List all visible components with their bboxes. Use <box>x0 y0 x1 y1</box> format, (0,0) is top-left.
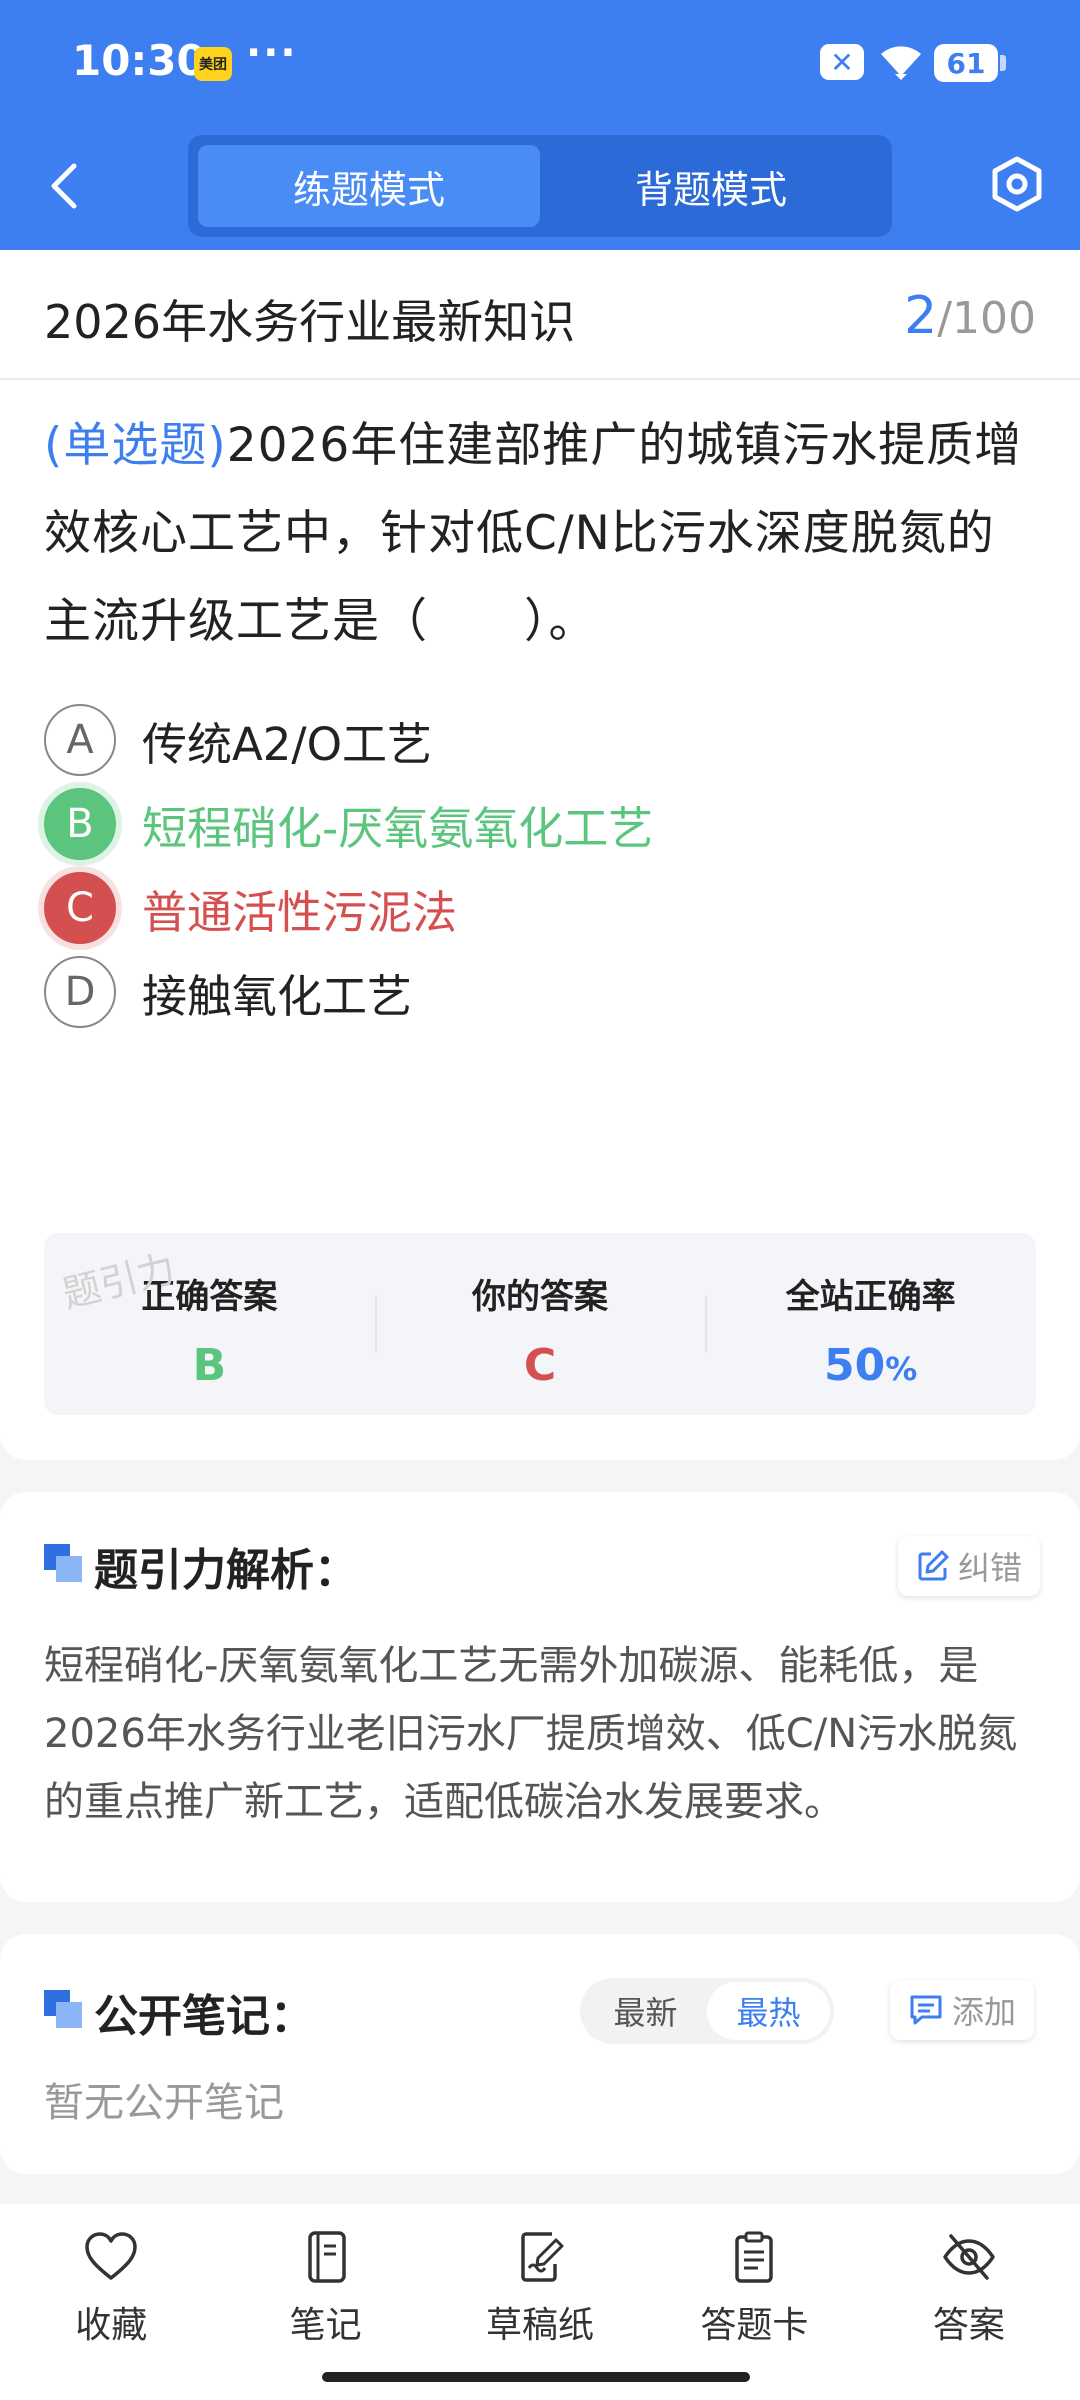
sort-latest[interactable]: 最新 <box>584 1982 707 2040</box>
answer-card-icon <box>735 2231 774 2283</box>
answer-stats: 正确答案 B 你的答案 C 全站正确率 50% <box>44 1233 1036 1415</box>
accuracy-rate-stat: 全站正确率 50% <box>705 1233 1036 1415</box>
current-question-number: 2 <box>904 286 938 346</box>
add-note-label: 添加 <box>952 1993 1017 2031</box>
chevron-left-icon <box>51 163 77 209</box>
heart-icon <box>85 2232 137 2280</box>
question-bank-row: 2026年水务行业最新知识 2/100 <box>0 250 1080 380</box>
option-text: 接触氧化工艺 <box>142 969 413 1023</box>
option-letter: A <box>44 704 116 776</box>
accuracy-rate-label: 全站正确率 <box>785 1277 956 1317</box>
app-header: 10:30 美团 ··· ✕ 61 练题模式 背题模式 <box>0 0 1080 250</box>
show-answer-label: 答案 <box>932 2305 1005 2346</box>
section-squares-icon <box>44 1544 84 1584</box>
eye-off-icon <box>943 2234 995 2280</box>
status-time: 10:30 <box>72 36 206 85</box>
favorite-button[interactable]: 收藏 <box>4 2204 218 2400</box>
option-text: 普通活性污泥法 <box>142 885 458 939</box>
option-d[interactable]: D 接触氧化工艺 <box>44 952 1034 1032</box>
public-notes-card: 公开笔记： 最新 最热 添加 暂无公开笔记 <box>0 1934 1080 2174</box>
report-error-button[interactable]: 纠错 <box>898 1536 1041 1596</box>
battery-icon: 61 <box>934 44 1006 82</box>
notes-title: 公开笔记： <box>94 1991 314 2042</box>
no-sim-icon: ✕ <box>820 44 864 80</box>
draft-paper-label: 草稿纸 <box>486 2305 595 2346</box>
option-text: 传统A2/O工艺 <box>142 717 432 771</box>
comment-icon <box>910 1995 942 2025</box>
your-answer-label: 你的答案 <box>472 1277 608 1317</box>
add-note-button[interactable]: 添加 <box>890 1980 1035 2040</box>
option-a[interactable]: A 传统A2/O工艺 <box>44 700 1034 780</box>
analysis-text: 短程硝化-厌氧氨氧化工艺无需外加碳源、能耗低，是2026年水务行业老旧污水厂提质… <box>44 1643 1018 1825</box>
option-letter: B <box>44 788 116 860</box>
accuracy-rate-value: 50% <box>705 1340 1036 1391</box>
notes-label: 笔记 <box>289 2305 362 2346</box>
tab-practice-mode[interactable]: 练题模式 <box>198 145 540 227</box>
mode-switch: 练题模式 背题模式 <box>188 135 892 237</box>
option-letter: C <box>44 872 116 944</box>
question-bank-title: 2026年水务行业最新知识 <box>44 295 576 349</box>
option-c[interactable]: C 普通活性污泥法 <box>44 868 1034 948</box>
analysis-title: 题引力解析： <box>94 1545 358 1596</box>
settings-hexagon-icon <box>992 156 1042 212</box>
wifi-icon <box>878 40 924 84</box>
notes-sort-toggle: 最新 最热 <box>580 1978 834 2044</box>
bottom-toolbar: 收藏 笔记 草稿纸 答题卡 答案 <box>0 2204 1080 2400</box>
edit-icon <box>918 1550 949 1581</box>
notebook-icon <box>307 2231 346 2283</box>
option-b[interactable]: B 短程硝化-厌氧氨氧化工艺 <box>44 784 1034 864</box>
question-type: (单选题) <box>44 418 227 473</box>
question-card: 2026年水务行业最新知识 2/100 (单选题)2026年住建部推广的城镇污水… <box>0 250 1080 1460</box>
report-error-label: 纠错 <box>958 1549 1023 1587</box>
answer-card-button[interactable]: 答题卡 <box>647 2204 861 2400</box>
correct-answer-value: B <box>192 1340 227 1391</box>
notes-button[interactable]: 笔记 <box>218 2204 432 2400</box>
question-stem: (单选题)2026年住建部推广的城镇污水提质增效核心工艺中，针对低C/N比污水深… <box>44 402 1040 666</box>
show-answer-button[interactable]: 答案 <box>862 2204 1076 2400</box>
meituan-notification-icon: 美团 <box>194 47 232 81</box>
sort-hot[interactable]: 最热 <box>707 1982 830 2040</box>
back-button[interactable] <box>44 158 84 214</box>
question-counter[interactable]: 2/100 <box>904 286 1036 346</box>
your-answer-stat: 你的答案 C <box>374 1233 706 1415</box>
answer-card-label: 答题卡 <box>700 2305 809 2346</box>
accuracy-rate-unit: % <box>885 1350 918 1388</box>
draft-paper-button[interactable]: 草稿纸 <box>433 2204 647 2400</box>
empty-notes-text: 暂无公开笔记 <box>44 2080 284 2126</box>
favorite-label: 收藏 <box>75 2305 148 2346</box>
home-indicator[interactable] <box>322 2372 750 2382</box>
analysis-card: 题引力解析： 纠错 短程硝化-厌氧氨氧化工艺无需外加碳源、能耗低，是2026年水… <box>0 1492 1080 1902</box>
tab-memorize-mode[interactable]: 背题模式 <box>540 145 882 227</box>
draft-icon <box>521 2232 564 2282</box>
settings-button[interactable] <box>990 155 1044 213</box>
total-questions: /100 <box>937 293 1036 344</box>
more-notifications-icon: ··· <box>246 30 298 76</box>
option-letter: D <box>44 956 116 1028</box>
accuracy-rate-number: 50 <box>824 1340 886 1391</box>
your-answer-value: C <box>523 1340 557 1391</box>
option-text: 短程硝化-厌氧氨氧化工艺 <box>142 801 654 855</box>
status-bar: 10:30 美团 ··· ✕ 61 <box>0 30 1080 100</box>
section-squares-icon <box>44 1990 84 2030</box>
